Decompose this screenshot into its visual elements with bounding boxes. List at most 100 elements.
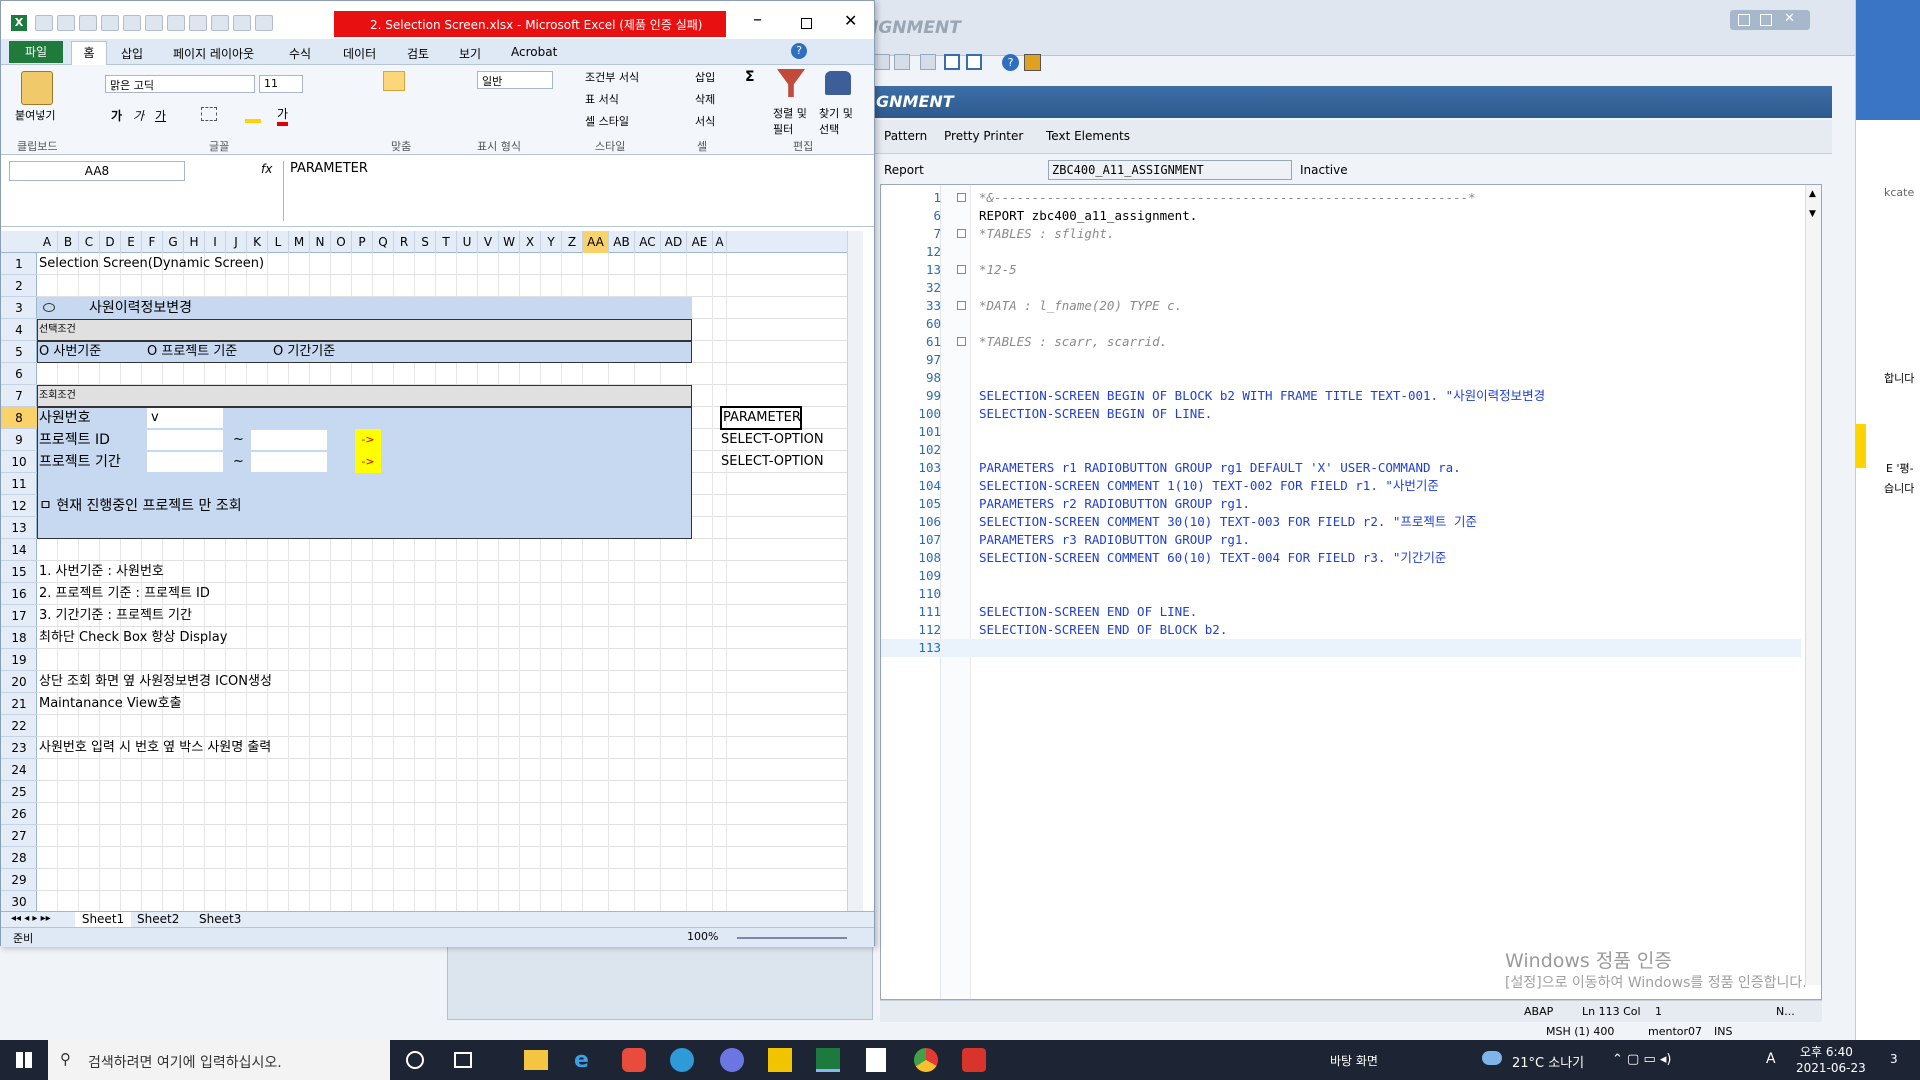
column-header[interactable]: E <box>121 231 142 253</box>
code-line[interactable]: 113 <box>881 639 1801 657</box>
maximize-icon[interactable] <box>1760 14 1772 26</box>
toolbar-icon-3[interactable] <box>920 54 936 70</box>
column-header[interactable]: V <box>478 231 499 253</box>
tab-insert[interactable]: 삽입 <box>121 45 143 62</box>
pattern-button[interactable]: Pattern <box>884 129 927 143</box>
text-elements-button[interactable]: Text Elements <box>1046 129 1130 143</box>
project-id-low[interactable] <box>147 430 223 450</box>
row-header[interactable]: 8 <box>1 407 37 429</box>
row-header[interactable]: 21 <box>1 693 37 715</box>
column-header[interactable]: F <box>142 231 163 253</box>
help-icon[interactable]: ? <box>1002 54 1019 71</box>
code-line[interactable]: 60 <box>881 315 1801 333</box>
worksheet-grid[interactable]: A B C D E F G H I J K L M N O P Q R S T U V W X Y Z AA AB AC AD AE A 12… <box>1 231 863 911</box>
clock-date[interactable]: 2021-06-23 <box>1796 1061 1866 1075</box>
radio-period[interactable]: O 기간기준 <box>273 341 335 363</box>
edge-icon[interactable] <box>670 1048 694 1072</box>
row-header[interactable]: 28 <box>1 847 37 869</box>
file-explorer-icon[interactable] <box>524 1050 548 1070</box>
row-header[interactable]: 27 <box>1 825 37 847</box>
code-line[interactable]: 98 <box>881 369 1801 387</box>
active-project-checkbox[interactable]: ㅁ 현재 진행중인 프로젝트 만 조회 <box>39 495 242 517</box>
find-select-icon[interactable] <box>825 71 851 95</box>
cortana-icon[interactable] <box>406 1051 424 1069</box>
code-line[interactable]: 1 *&-------------------------------------… <box>881 189 1801 207</box>
close-icon[interactable]: ✕ <box>844 11 857 30</box>
code-line[interactable]: 13 *12-5 <box>881 261 1801 279</box>
fold-toggle-icon[interactable] <box>957 301 966 310</box>
toolbar-icon-1[interactable] <box>874 54 890 70</box>
project-id-high[interactable] <box>251 430 327 450</box>
paste-icon[interactable] <box>21 71 53 105</box>
column-header[interactable]: AE <box>687 231 713 253</box>
insert-function-icon[interactable]: fx <box>261 162 272 176</box>
code-line[interactable]: 99 SELECTION-SCREEN BEGIN OF BLOCK b2 WIT… <box>881 387 1801 405</box>
sort-filter-label[interactable]: 정렬 및 필터 <box>773 105 813 137</box>
column-header[interactable]: A <box>37 231 58 253</box>
conditional-format-button[interactable]: 조건부 서식 <box>585 69 639 85</box>
delete-cells-button[interactable]: 삭제 <box>695 91 715 107</box>
scroll-down-icon[interactable]: ▼ <box>1809 209 1816 219</box>
tab-home[interactable]: 홈 <box>71 41 107 66</box>
tab-acrobat[interactable]: Acrobat <box>511 45 557 59</box>
formula-input[interactable]: PARAMETER <box>283 161 861 221</box>
sheet-tab-1[interactable]: Sheet1 <box>75 912 131 928</box>
name-box[interactable]: AA8 <box>9 161 185 181</box>
code-line[interactable]: 110 <box>881 585 1801 603</box>
column-header[interactable]: H <box>184 231 205 253</box>
column-header[interactable]: U <box>457 231 478 253</box>
code-line[interactable]: 33 *DATA : l_fname(20) TYPE c. <box>881 297 1801 315</box>
tab-page-layout[interactable]: 페이지 레이아웃 <box>173 45 254 62</box>
cell-area[interactable]: Selection Screen(Dynamic Screen) 사원이력정보변경… <box>37 231 863 911</box>
column-header[interactable]: S <box>415 231 436 253</box>
fold-toggle-icon[interactable] <box>957 229 966 238</box>
paste-label[interactable]: 붙여넣기 <box>15 107 55 123</box>
table-format-button[interactable]: 표 서식 <box>585 91 619 107</box>
sap-icon[interactable] <box>962 1048 986 1072</box>
app-icon-red[interactable] <box>622 1048 646 1072</box>
maximize-icon[interactable] <box>801 18 812 29</box>
tray-icons[interactable]: ⌃ ▢ ▭ ◂) <box>1612 1052 1671 1067</box>
code-line[interactable]: 32 <box>881 279 1801 297</box>
row-header[interactable]: 19 <box>1 649 37 671</box>
column-header[interactable]: B <box>58 231 79 253</box>
row-header[interactable]: 3 <box>1 297 37 319</box>
scroll-up-icon[interactable]: ▲ <box>1809 189 1816 199</box>
column-header[interactable]: G <box>163 231 184 253</box>
radio-project[interactable]: O 프로젝트 기준 <box>147 341 237 363</box>
column-header[interactable]: T <box>436 231 457 253</box>
row-header[interactable]: 6 <box>1 363 37 385</box>
column-header[interactable]: Y <box>541 231 562 253</box>
column-header[interactable]: L <box>268 231 289 253</box>
code-line[interactable]: 7 *TABLES : sflight. <box>881 225 1801 243</box>
underline-button[interactable]: 가 <box>155 107 166 124</box>
ime-indicator[interactable]: A <box>1766 1051 1776 1067</box>
code-line[interactable]: 12 <box>881 243 1801 261</box>
report-field[interactable]: ZBC400_A11_ASSIGNMENT <box>1048 160 1292 180</box>
sheet-nav-icons[interactable]: ◂◂ ◂ ▸ ▸▸ <box>11 913 51 924</box>
code-line[interactable]: 106 SELECTION-SCREEN COMMENT 30(10) TEXT-… <box>881 513 1801 531</box>
tab-view[interactable]: 보기 <box>459 45 481 62</box>
editor-vscrollbar[interactable]: ▲ ▼ <box>1805 185 1821 985</box>
find-select-label[interactable]: 찾기 및 선택 <box>819 105 863 137</box>
font-color-button[interactable]: 가 <box>277 105 289 126</box>
help-icon[interactable]: ? <box>791 43 807 59</box>
italic-button[interactable]: 가 <box>133 107 144 124</box>
row-header[interactable]: 11 <box>1 473 37 495</box>
search-placeholder[interactable]: 검색하려면 여기에 입력하십시오. <box>88 1052 282 1072</box>
row-header[interactable]: 16 <box>1 583 37 605</box>
toolbar-icon-2[interactable] <box>894 54 910 70</box>
excel-taskbar-icon[interactable] <box>816 1048 840 1072</box>
period-low[interactable] <box>147 452 223 472</box>
minimize-icon[interactable] <box>1738 14 1750 26</box>
row-header[interactable]: 20 <box>1 671 37 693</box>
discord-icon[interactable] <box>720 1048 744 1072</box>
screen-icon-2[interactable] <box>966 54 982 70</box>
row-header[interactable]: 12 <box>1 495 37 517</box>
row-header[interactable]: 14 <box>1 539 37 561</box>
column-header[interactable]: AD <box>661 231 687 253</box>
row-header[interactable]: 2 <box>1 275 37 297</box>
zoom-slider[interactable] <box>737 937 847 939</box>
code-line[interactable]: 6 REPORT zbc400_a11_assignment. <box>881 207 1801 225</box>
period-high[interactable] <box>251 452 327 472</box>
